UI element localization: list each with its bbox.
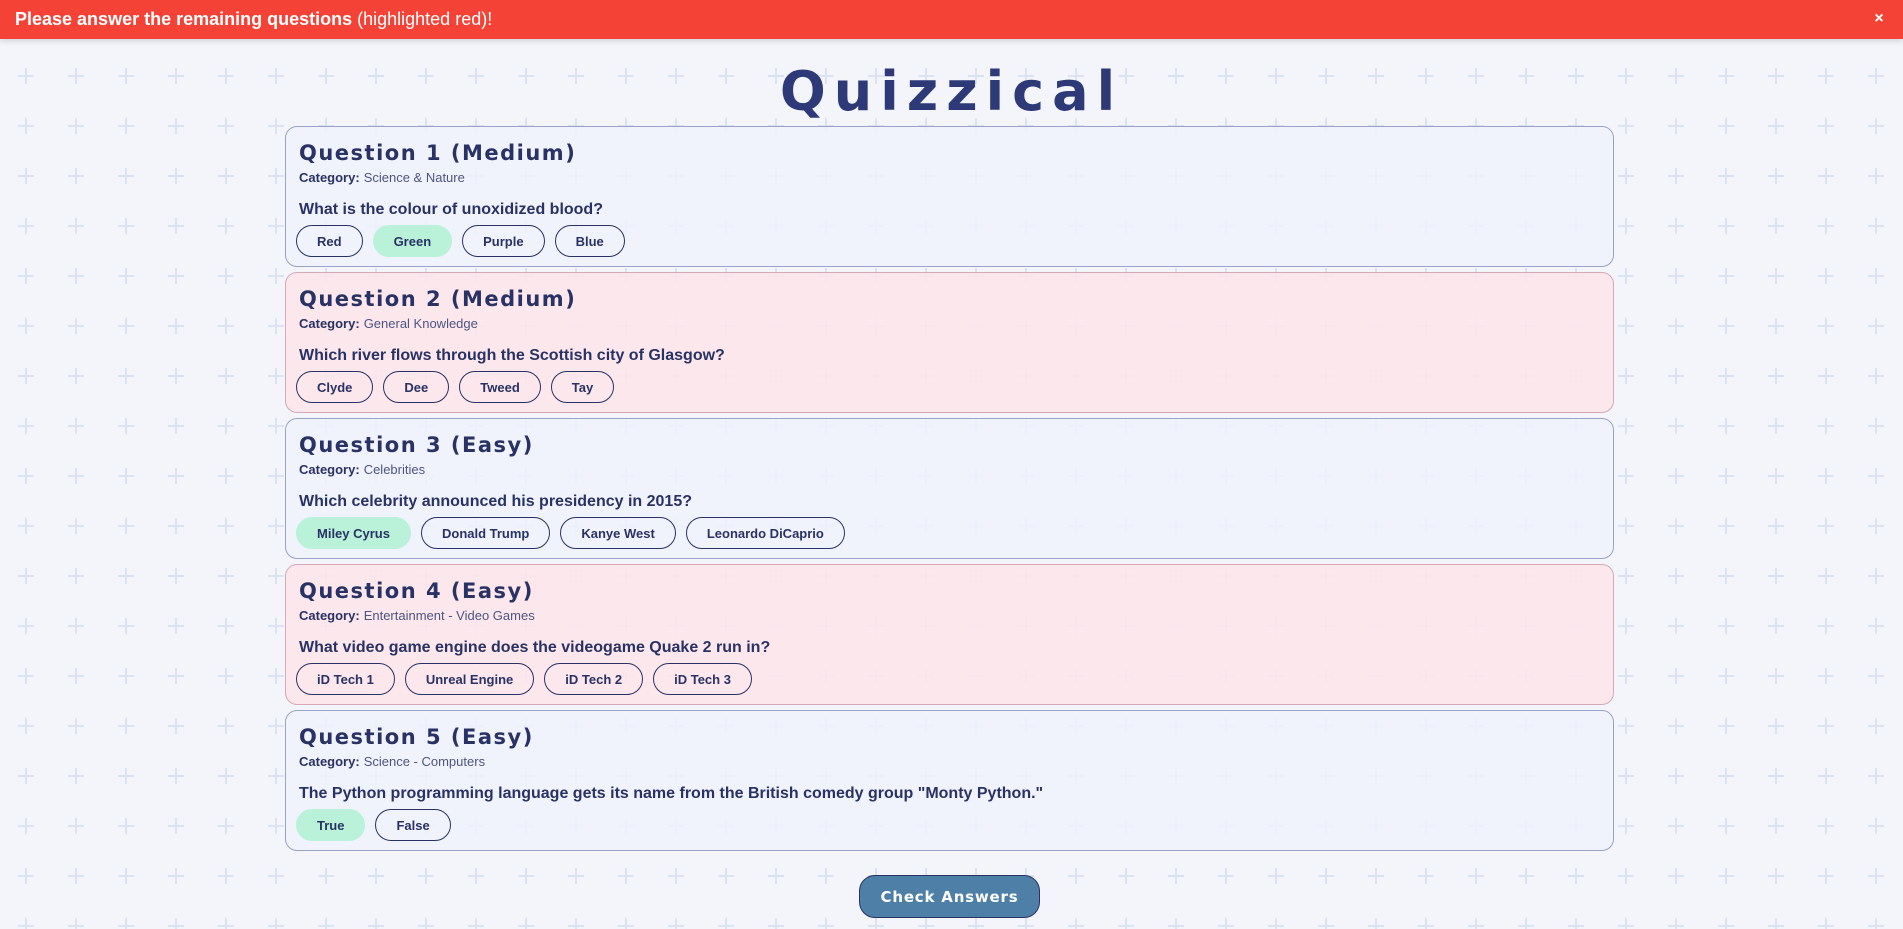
- answer-button[interactable]: Tay: [550, 371, 615, 403]
- question-card: Question 4 (Easy) Category: Entertainment …: [285, 564, 1614, 705]
- question-card: Question 1 (Medium) Category: Science & Na…: [285, 126, 1614, 267]
- close-icon[interactable]: ×: [1871, 10, 1887, 28]
- answer-options: Clyde Dee Tweed Tay: [296, 371, 615, 403]
- answer-options: Red Green Purple Blue: [296, 225, 625, 257]
- question-category: Category: Celebrities: [299, 462, 425, 477]
- answer-button[interactable]: Red: [296, 225, 363, 257]
- category-value: Entertainment - Video Games: [363, 608, 535, 623]
- question-text: What video game engine does the videogam…: [299, 639, 771, 656]
- question-text: The Python programming language gets its…: [299, 785, 1044, 802]
- answer-button[interactable]: Clyde: [296, 371, 374, 403]
- answer-button[interactable]: Blue: [554, 225, 625, 257]
- category-label: Category:: [299, 462, 360, 477]
- answer-button[interactable]: Miley Cyrus: [296, 517, 411, 549]
- answer-button[interactable]: Tweed: [459, 371, 541, 403]
- answer-button[interactable]: iD Tech 2: [544, 663, 644, 695]
- question-category: Category: Science - Computers: [299, 754, 485, 769]
- category-value: Science & Nature: [363, 170, 465, 185]
- answer-button[interactable]: Unreal Engine: [404, 663, 535, 695]
- question-category: Category: General Knowledge: [299, 316, 478, 331]
- alert-banner: Please answer the remaining questions (h…: [0, 0, 1903, 39]
- answer-options: Miley Cyrus Donald Trump Kanye West Leonard…: [296, 517, 845, 549]
- answer-button[interactable]: Green: [372, 225, 453, 257]
- question-card: Question 3 (Easy) Category: Celebrities Whi…: [285, 418, 1614, 559]
- answer-button[interactable]: iD Tech 3: [653, 663, 752, 695]
- category-value: Science - Computers: [363, 754, 486, 769]
- question-text: Which river flows through the Scottish c…: [299, 347, 725, 364]
- alert-message-strong: Please answer the remaining questions: [15, 9, 353, 29]
- question-category: Category: Science & Nature: [299, 170, 465, 185]
- category-label: Category:: [299, 316, 360, 331]
- question-text: Which celebrity announced his presidency…: [299, 493, 692, 510]
- answer-options: True False: [296, 809, 451, 841]
- answer-button[interactable]: Purple: [462, 225, 545, 257]
- alert-message-rest: (highlighted red)!: [357, 9, 493, 29]
- answer-button[interactable]: Kanye West: [560, 517, 676, 549]
- page-title: Quizzical: [779, 60, 1124, 123]
- category-label: Category:: [299, 754, 360, 769]
- answer-button[interactable]: True: [296, 809, 366, 841]
- category-label: Category:: [299, 608, 360, 623]
- answer-button[interactable]: Donald Trump: [420, 517, 551, 549]
- question-heading: Question 1 (Medium): [299, 141, 577, 165]
- question-heading: Question 4 (Easy): [299, 579, 534, 603]
- question-heading: Question 5 (Easy): [299, 725, 534, 749]
- question-heading: Question 3 (Easy): [299, 433, 534, 457]
- question-heading: Question 2 (Medium): [299, 287, 577, 311]
- category-label: Category:: [299, 170, 360, 185]
- answer-button[interactable]: Dee: [383, 371, 450, 403]
- question-card: Question 5 (Easy) Category: Science - Comp…: [285, 710, 1614, 851]
- question-text: What is the colour of unoxidized blood?: [299, 201, 603, 218]
- answer-button[interactable]: iD Tech 1: [296, 663, 395, 695]
- question-list: Question 1 (Medium) Category: Science & Na…: [285, 126, 1614, 856]
- answer-button[interactable]: Leonardo DiCaprio: [685, 517, 845, 549]
- question-category: Category: Entertainment - Video Games: [299, 608, 535, 623]
- category-value: Celebrities: [363, 462, 426, 477]
- check-answers-button[interactable]: Check Answers: [859, 875, 1040, 918]
- answer-button[interactable]: False: [375, 809, 451, 841]
- question-card: Question 2 (Medium) Category: General Know…: [285, 272, 1614, 413]
- category-value: General Knowledge: [363, 316, 478, 331]
- answer-options: iD Tech 1 Unreal Engine iD Tech 2 iD Tech 3: [296, 663, 752, 695]
